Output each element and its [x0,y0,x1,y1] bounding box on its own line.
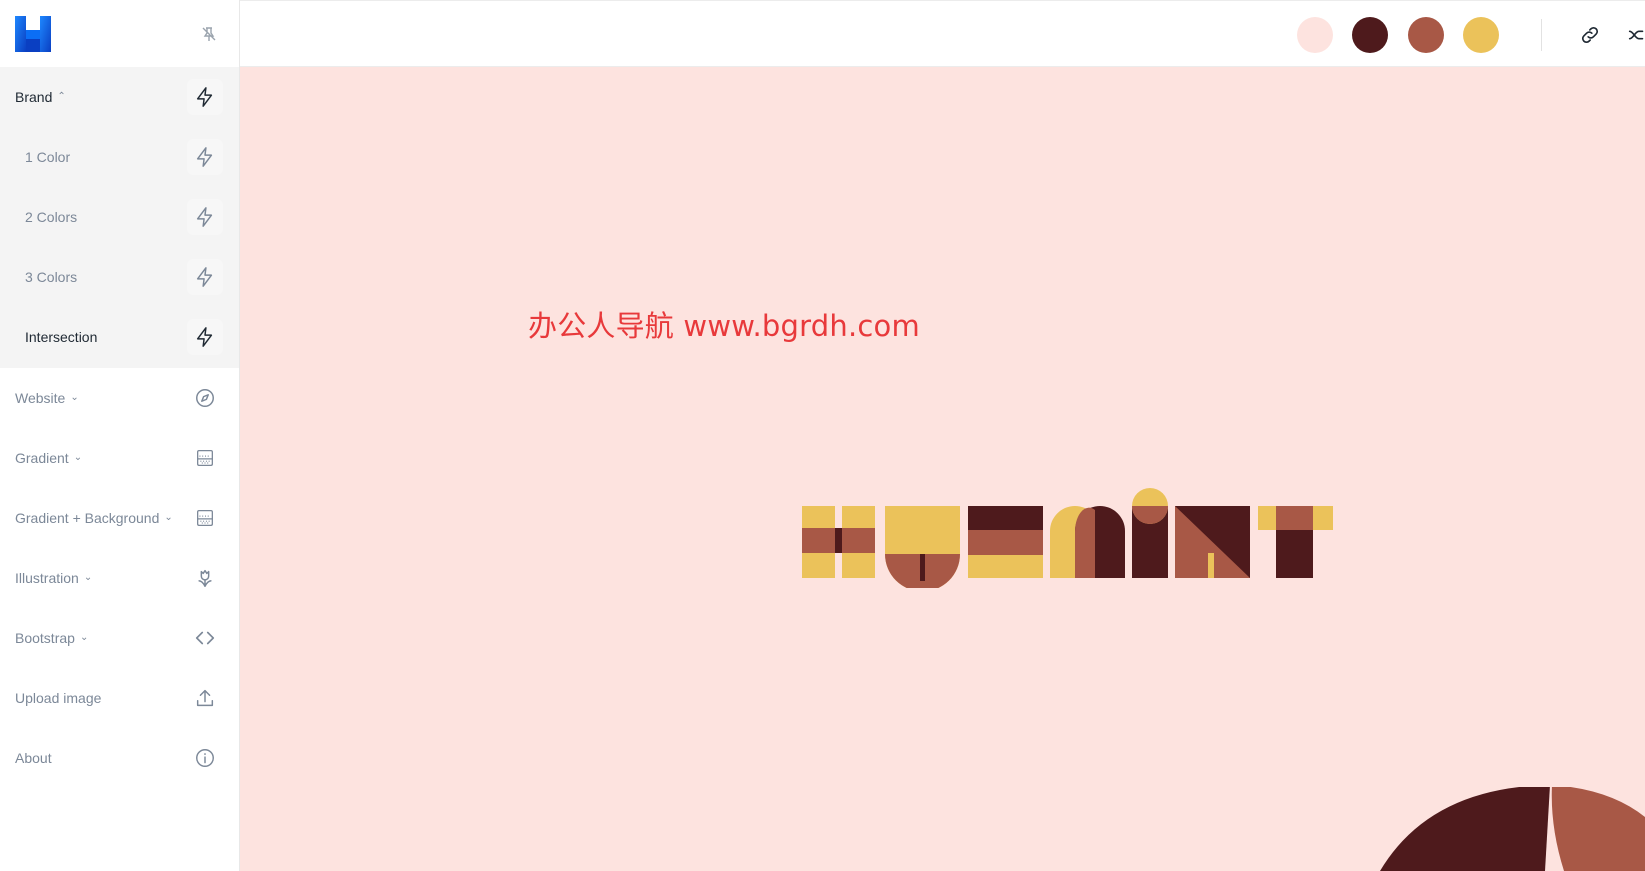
chevron-down-icon: ⌄ [79,631,89,643]
app-window: Brand ⌃ 1 Color 2 Colors 3 Colors Inters… [0,0,1645,871]
chevron-down-icon: ⌄ [70,391,79,403]
sidebar-item-label: Illustration ⌄ [15,570,93,586]
toolbar-divider [1541,19,1542,51]
sidebar: Brand ⌃ 1 Color 2 Colors 3 Colors Inters… [0,0,240,871]
sidebar-item-2-colors[interactable]: 2 Colors [0,187,239,247]
sidebar-item-label: Bootstrap ⌄ [15,630,89,646]
palette-swatch-yellow[interactable] [1463,17,1499,53]
sidebar-item-gradient-background[interactable]: Gradient + Background ⌄ [0,488,239,548]
sidebar-item-label: Upload image [15,690,102,706]
palette-swatch-background[interactable] [1297,17,1333,53]
sidebar-item-3-colors[interactable]: 3 Colors [0,247,239,307]
sidebar-item-label: Gradient ⌄ [15,450,83,466]
chevron-down-icon: ⌄ [73,451,83,463]
code-icon[interactable] [187,620,223,656]
sidebar-item-label: Gradient + Background ⌄ [15,510,173,526]
sidebar-item-illustration[interactable]: Illustration ⌄ [0,548,239,608]
sidebar-item-about[interactable]: About [0,728,239,788]
semicircle-shapes-illustration [1380,787,1645,871]
chevron-down-icon: ⌄ [83,571,93,583]
lightning-icon[interactable] [187,319,223,355]
sidebar-item-bootstrap[interactable]: Bootstrap ⌄ [0,608,239,668]
pin-icon[interactable] [201,26,217,42]
watermark-text: 办公人导航 www.bgrdh.com [528,309,920,343]
huemint-logo-icon[interactable] [15,15,51,52]
sidebar-item-gradient[interactable]: Gradient ⌄ [0,428,239,488]
sidebar-item-1-color[interactable]: 1 Color [0,127,239,187]
lightning-icon[interactable] [187,199,223,235]
sidebar-item-label: About [15,750,52,766]
brand-group: Brand ⌃ 1 Color 2 Colors 3 Colors Inters… [0,67,239,368]
lightning-icon[interactable] [187,259,223,295]
upload-icon[interactable] [187,680,223,716]
palette-swatch-dark[interactable] [1352,17,1388,53]
info-icon[interactable] [187,740,223,776]
chevron-down-icon: ⌄ [164,511,173,523]
chevron-up-icon: ⌃ [57,90,66,102]
sidebar-item-brand[interactable]: Brand ⌃ [0,67,239,127]
sidebar-item-upload-image[interactable]: Upload image [0,668,239,728]
gradient-icon[interactable] [187,500,223,536]
shuffle-icon[interactable] [1626,19,1645,51]
sidebar-item-website[interactable]: Website ⌄ [0,368,239,428]
sidebar-item-label: 3 Colors [25,269,78,285]
preview-canvas: 办公人导航 www.bgrdh.com [240,67,1645,871]
sidebar-item-label: 2 Colors [25,209,78,225]
palette-swatch-brown[interactable] [1408,17,1444,53]
gradient-icon[interactable] [187,440,223,476]
sidebar-item-label: Website ⌄ [15,390,79,406]
sidebar-header [0,0,239,67]
huemint-wordmark-illustration [802,488,1333,588]
lightning-icon[interactable] [187,79,223,115]
sidebar-item-intersection[interactable]: Intersection [0,307,239,367]
sidebar-item-label: 1 Color [25,149,71,165]
top-bar [240,0,1645,67]
sidebar-item-label: Intersection [25,329,98,345]
lightning-icon[interactable] [187,139,223,175]
link-icon[interactable] [1574,19,1606,51]
compass-icon[interactable] [187,380,223,416]
flower-icon[interactable] [187,560,223,596]
sidebar-item-label: Brand ⌃ [15,89,66,105]
